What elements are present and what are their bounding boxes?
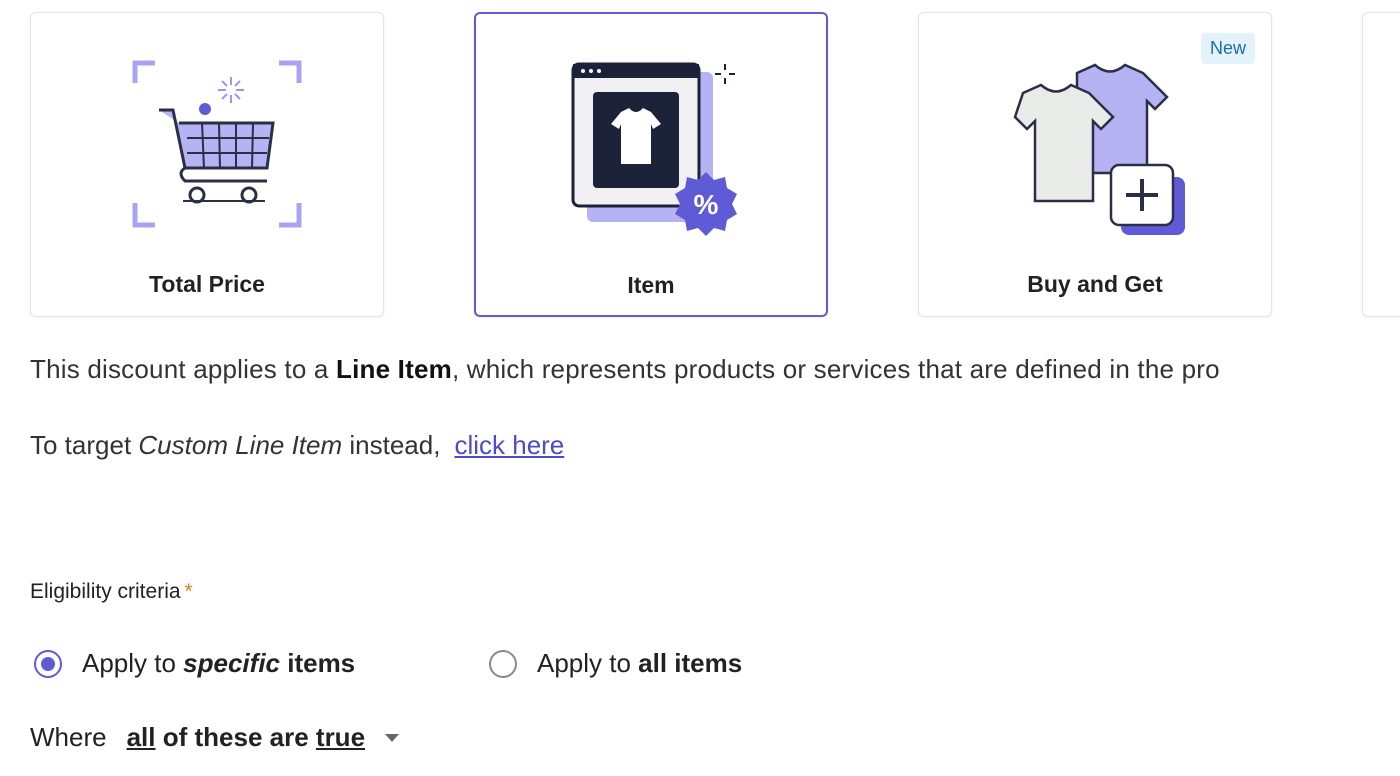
cart-illustration [31, 53, 383, 253]
radio-button-unchecked[interactable] [489, 649, 517, 678]
radio-label-bold: all items [638, 648, 743, 678]
target-prefix: To target [30, 430, 139, 460]
radio-label-specific: Apply to specific items [82, 648, 355, 679]
description-suffix: , which represents products or services … [451, 354, 1220, 384]
radio-label-pre: Apply to [537, 648, 639, 678]
where-label: Where [30, 722, 107, 752]
description-line-item: Line Item [336, 354, 452, 384]
description-prefix: This discount applies to a [30, 354, 337, 384]
eligibility-label-text: Eligibility criteria [30, 580, 181, 603]
radio-label-all: Apply to all items [537, 648, 742, 679]
card-label: Item [627, 272, 675, 298]
card-item[interactable]: % Item [474, 12, 828, 317]
buy-get-illustration [919, 53, 1271, 253]
radio-label-pre: Apply to [82, 648, 184, 678]
shopping-cart-icon [132, 60, 302, 228]
where-condition: Where all of these are true [30, 722, 400, 753]
click-here-link[interactable]: click here [454, 430, 564, 460]
target-middle: instead, [342, 430, 441, 460]
target-custom-line-item-text: Custom Line Item [138, 430, 343, 460]
radio-apply-specific-items[interactable]: Apply to specific items [34, 648, 355, 679]
chevron-down-icon [385, 733, 400, 742]
svg-text:%: % [694, 189, 719, 220]
discount-description: This discount applies to a Line Item, wh… [30, 354, 1220, 385]
radio-button-checked[interactable] [34, 649, 62, 678]
radio-apply-all-items[interactable]: Apply to all items [489, 648, 742, 679]
tshirt-discount-icon: % [571, 62, 737, 236]
radio-label-post: items [280, 648, 356, 678]
card-label: Buy and Get [1027, 271, 1163, 297]
card-partial[interactable] [1362, 12, 1400, 317]
eligibility-criteria-label: Eligibility criteria * [30, 580, 193, 604]
condition-match-dropdown[interactable]: all of these are true [126, 722, 400, 753]
tshirts-plus-icon [1013, 63, 1185, 235]
card-label: Total Price [149, 271, 265, 297]
match-middle-text: of these are [155, 722, 316, 752]
item-illustration: % [476, 54, 826, 254]
required-marker: * [184, 580, 193, 603]
card-buy-and-get[interactable]: New Buy and Get [918, 12, 1272, 317]
match-true-word: true [315, 722, 366, 752]
target-custom-line-item: To target Custom Line Item instead, click… [30, 430, 564, 461]
card-total-price[interactable]: Total Price [30, 12, 384, 317]
radio-label-italic: specific [183, 648, 280, 678]
match-all-word: all [126, 722, 156, 752]
